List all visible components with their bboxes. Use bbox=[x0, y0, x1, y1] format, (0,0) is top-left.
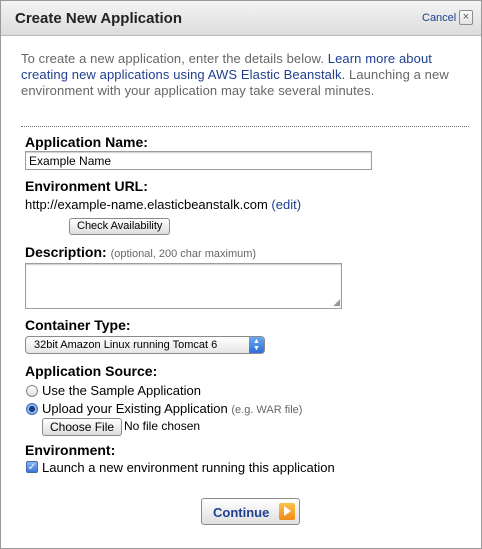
no-file-text: No file chosen bbox=[124, 419, 201, 433]
upload-application-label: Upload your Existing Application bbox=[42, 401, 228, 416]
edit-url-link[interactable]: (edit) bbox=[271, 197, 301, 212]
description-label: Description: bbox=[25, 244, 107, 260]
radio-sample-application[interactable] bbox=[26, 385, 38, 397]
launch-environment-label: Launch a new environment running this ap… bbox=[42, 460, 335, 475]
checkmark-icon[interactable]: ✓ bbox=[26, 461, 38, 473]
cancel-link[interactable]: Cancel bbox=[422, 12, 456, 24]
app-source-label: Application Source: bbox=[25, 363, 158, 379]
intro-sentence: To create a new application, enter the d… bbox=[21, 51, 328, 66]
radio-upload-application[interactable] bbox=[26, 403, 38, 415]
description-label-row: Description: (optional, 200 char maximum… bbox=[25, 244, 256, 260]
arrow-right-icon bbox=[279, 503, 295, 520]
dialog-title: Create New Application bbox=[15, 10, 182, 27]
environment-label: Environment: bbox=[25, 442, 116, 458]
check-availability-button[interactable]: Check Availability bbox=[69, 218, 171, 235]
chevron-updown-icon: ▲ ▼ bbox=[249, 337, 264, 353]
create-application-dialog: Create New Application Cancel × To creat… bbox=[0, 0, 482, 549]
container-type-value: 32bit Amazon Linux running Tomcat 6 bbox=[34, 339, 218, 351]
app-name-label: Application Name: bbox=[25, 134, 148, 150]
choose-file-button[interactable]: Choose File bbox=[42, 418, 123, 436]
app-name-input[interactable] bbox=[25, 151, 372, 170]
description-hint: (optional, 200 char maximum) bbox=[110, 248, 257, 260]
continue-button[interactable]: Continue bbox=[201, 498, 300, 525]
sample-application-label: Use the Sample Application bbox=[42, 383, 201, 398]
container-type-select[interactable]: 32bit Amazon Linux running Tomcat 6 ▲ ▼ bbox=[25, 336, 265, 354]
resize-grip-icon[interactable]: ◢ bbox=[333, 298, 340, 307]
env-url-label: Environment URL: bbox=[25, 178, 148, 194]
description-textarea[interactable]: ◢ bbox=[25, 263, 342, 309]
container-type-label: Container Type: bbox=[25, 317, 131, 333]
env-url: http://example-name.elasticbeanstalk.com… bbox=[25, 197, 301, 212]
close-icon[interactable]: × bbox=[459, 10, 473, 25]
continue-label: Continue bbox=[213, 505, 270, 520]
env-url-value: http://example-name.elasticbeanstalk.com bbox=[25, 197, 268, 212]
intro-text: To create a new application, enter the d… bbox=[21, 51, 467, 99]
upload-application-row: Upload your Existing Application (e.g. W… bbox=[42, 401, 302, 416]
dialog-titlebar: Create New Application Cancel × bbox=[1, 1, 481, 36]
upload-application-hint: (e.g. WAR file) bbox=[231, 404, 303, 416]
section-divider bbox=[21, 126, 469, 127]
